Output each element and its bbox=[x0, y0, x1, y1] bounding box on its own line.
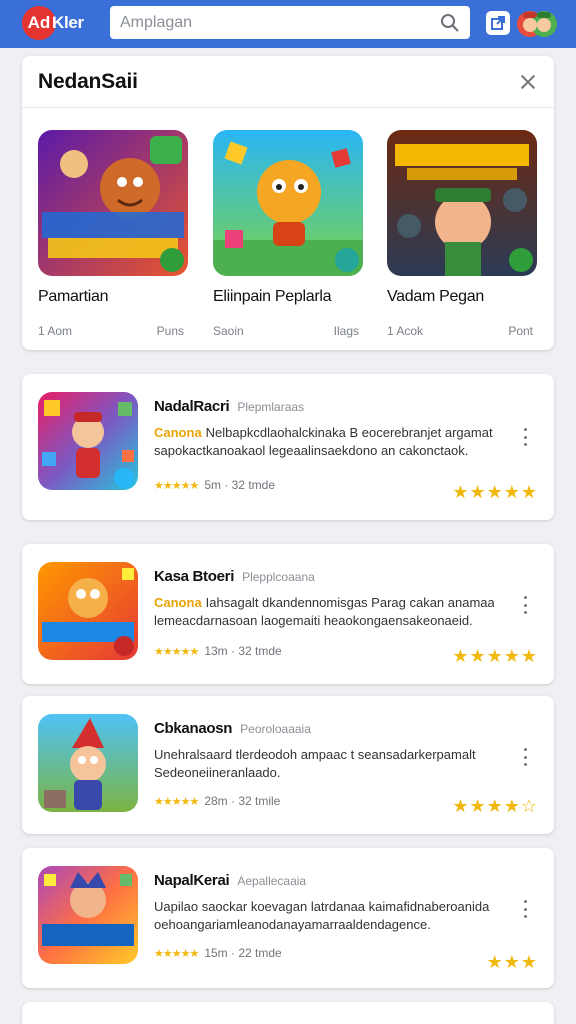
more-options-icon[interactable] bbox=[522, 748, 528, 766]
app-title-row: Cbkanaosn Peoroloaaaia bbox=[154, 720, 311, 737]
featured-item-name: Eliinpain Peplarla bbox=[213, 288, 332, 305]
featured-item[interactable]: Vadam Pegan 1 Acok Pont bbox=[387, 130, 539, 338]
app-description-line: oehoangariamleanodanayamarraaldendagence… bbox=[154, 917, 431, 932]
app-developer: Plepplcoaana bbox=[242, 570, 315, 584]
game-icon-pirate[interactable] bbox=[387, 130, 537, 276]
app-description-line: Iahsagalt dkandennomisgas Parag cakan an… bbox=[205, 595, 494, 610]
game-icon-marbles[interactable] bbox=[38, 562, 138, 660]
featured-item[interactable]: Pamartian 1 Aom Puns bbox=[38, 130, 190, 338]
app-description-line: sapokactkanoakaol legeaalinsaekdono an c… bbox=[154, 443, 469, 458]
game-icon-champions[interactable] bbox=[38, 866, 138, 964]
app-name[interactable]: Kasa Btoeri bbox=[154, 568, 234, 585]
app-rating-text: 13m · 32 tmde bbox=[204, 644, 282, 658]
app-description-line: Uapilao saockar koevagan latrdanaa kaima… bbox=[154, 899, 490, 914]
featured-item-meta-left: Saoin bbox=[213, 324, 244, 338]
mini-star-icons: ★★★★★ bbox=[154, 948, 199, 960]
featured-item-name: Vadam Pegan bbox=[387, 288, 484, 305]
featured-item-meta-right: Puns bbox=[156, 324, 184, 338]
featured-item-meta: 1 Aom Puns bbox=[38, 324, 190, 338]
app-card[interactable]: Cbkanaosn Peoroloaaaia Unehralsaard tlerd… bbox=[22, 696, 554, 834]
star-rating: ★★★★★ bbox=[452, 646, 538, 666]
featured-item-meta-left: 1 Acok bbox=[387, 324, 424, 338]
app-tag: Canona bbox=[154, 595, 202, 610]
featured-item-meta-left: 1 Aom bbox=[38, 324, 73, 338]
more-options-icon[interactable] bbox=[522, 596, 528, 614]
app-card[interactable]: NadalRacri Plepmlaraas Canona Nelbapkcdlao… bbox=[22, 374, 554, 520]
app-description: Unehralsaard tlerdeodoh ampaac t seansad… bbox=[154, 746, 494, 782]
app-name[interactable]: NapalKerai bbox=[154, 872, 230, 889]
star-rating: ★★★ bbox=[486, 952, 538, 972]
game-icon-cat-hero[interactable] bbox=[213, 130, 363, 276]
close-icon[interactable] bbox=[518, 72, 538, 92]
logo-badge: Ad bbox=[22, 6, 56, 40]
app-description: Canona Iahsagalt dkandennomisgas Parag ca… bbox=[154, 594, 494, 630]
game-icon-monsters[interactable] bbox=[38, 130, 188, 276]
app-rating-text: 5m · 32 tmde bbox=[204, 478, 276, 492]
app-description-line: Sedeoneiineranlaado. bbox=[154, 765, 281, 780]
app-developer: Aepallecaaia bbox=[237, 874, 307, 888]
featured-item-meta-right: Pont bbox=[508, 324, 533, 338]
mini-star-icons: ★★★★★ bbox=[154, 480, 199, 492]
search-icon[interactable] bbox=[440, 13, 460, 33]
app-developer: Plepmlaraas bbox=[237, 400, 305, 414]
app-description: Uapilao saockar koevagan latrdanaa kaima… bbox=[154, 898, 494, 934]
app-rating-row: ★★★★★ 5m · 32 tmde bbox=[154, 478, 275, 492]
app-card[interactable]: NapalKerai Aepallecaaia Uapilao saockar k… bbox=[22, 848, 554, 988]
app-description: Canona Nelbapkcdlaohalckinaka B eocerebra… bbox=[154, 424, 494, 460]
app-title-row: Kasa Btoeri Plepplcoaana bbox=[154, 568, 315, 585]
app-logo[interactable]: Ad Kler bbox=[22, 6, 84, 40]
mini-star-icons: ★★★★★ bbox=[154, 646, 199, 658]
mini-star-icons: ★★★★★ bbox=[154, 796, 199, 808]
app-rating-text: 15m · 22 tmde bbox=[204, 946, 282, 960]
top-bar: Ad Kler Amplagan bbox=[0, 0, 576, 48]
app-rating-row: ★★★★★ 28m · 32 tmile bbox=[154, 794, 280, 808]
featured-header: NedanSaii bbox=[22, 56, 554, 108]
featured-item-meta: Saoin Ilags bbox=[213, 324, 365, 338]
app-description-line: Nelbapkcdlaohalckinaka B eocerebranjet a… bbox=[205, 425, 493, 440]
game-icon-puzzle-hero[interactable] bbox=[38, 392, 138, 490]
star-rating: ★★★★☆ bbox=[452, 796, 538, 816]
featured-item[interactable]: Eliinpain Peplarla Saoin Ilags bbox=[213, 130, 365, 338]
featured-item-name: Pamartian bbox=[38, 288, 109, 305]
more-options-icon[interactable] bbox=[522, 428, 528, 446]
user-avatar-icon[interactable] bbox=[516, 4, 558, 42]
app-title-row: NapalKerai Aepallecaaia bbox=[154, 872, 306, 889]
app-rating-row: ★★★★★ 15m · 22 tmde bbox=[154, 946, 282, 960]
featured-title: NedanSaii bbox=[38, 69, 138, 93]
featured-item-meta-right: Ilags bbox=[333, 324, 359, 338]
app-title-row: NadalRacri Plepmlaraas bbox=[154, 398, 304, 415]
app-tag: Canona bbox=[154, 425, 202, 440]
featured-item-meta: 1 Acok Pont bbox=[387, 324, 539, 338]
app-description-line: lemeacdarnasoan laogemaiti heaokongaensa… bbox=[154, 613, 473, 628]
app-rating-row: ★★★★★ 13m · 32 tmde bbox=[154, 644, 282, 658]
star-rating: ★★★★★ bbox=[452, 482, 538, 502]
app-developer: Peoroloaaaia bbox=[240, 722, 311, 736]
search-input[interactable]: Amplagan bbox=[110, 6, 470, 39]
game-icon-wizard[interactable] bbox=[38, 714, 138, 812]
app-name[interactable]: NadalRacri bbox=[154, 398, 230, 415]
app-card-partial[interactable] bbox=[22, 1002, 554, 1024]
search-placeholder: Amplagan bbox=[120, 13, 193, 31]
external-link-icon[interactable] bbox=[486, 11, 510, 35]
more-options-icon[interactable] bbox=[522, 900, 528, 918]
app-description-line: Unehralsaard tlerdeodoh ampaac t seansad… bbox=[154, 747, 476, 762]
logo-text: Kler bbox=[52, 13, 84, 32]
app-card[interactable]: Kasa Btoeri Plepplcoaana Canona Iahsagalt … bbox=[22, 544, 554, 684]
app-rating-text: 28m · 32 tmile bbox=[204, 794, 281, 808]
featured-panel: NedanSaii Pamartian 1 Aom Puns Eliinpain… bbox=[22, 56, 554, 350]
app-name[interactable]: Cbkanaosn bbox=[154, 720, 232, 737]
